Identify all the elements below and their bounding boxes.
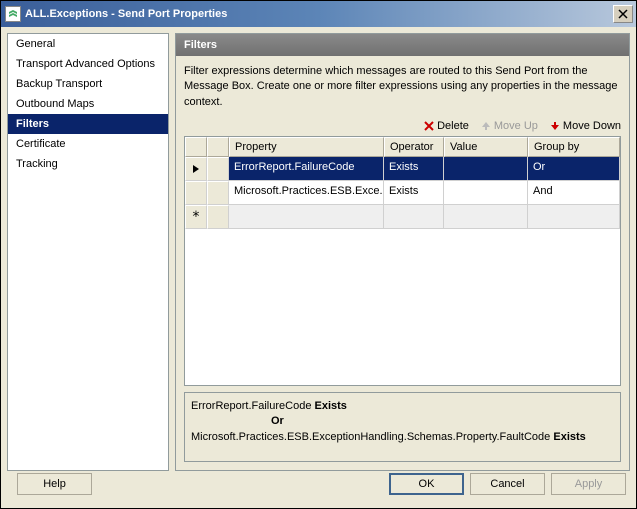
close-button[interactable] — [613, 5, 633, 23]
grid-toolbar: Delete Move Up Move Down — [184, 120, 621, 132]
dialog-buttons: Help OK Cancel Apply — [1, 471, 636, 503]
summary-keyword: Or — [271, 415, 284, 427]
grid-row[interactable]: ErrorReport.FailureCode Exists Or — [185, 157, 620, 181]
summary-keyword: Exists — [553, 431, 585, 443]
sidebar-item-backup-transport[interactable]: Backup Transport — [8, 74, 168, 94]
cancel-button[interactable]: Cancel — [470, 473, 545, 495]
cell-value[interactable] — [444, 205, 528, 229]
summary-text: ErrorReport.FailureCode — [191, 400, 315, 412]
cell-groupby[interactable]: And — [528, 181, 620, 205]
panel-description: Filter expressions determine which messa… — [184, 64, 621, 110]
sidebar-item-transport-advanced[interactable]: Transport Advanced Options — [8, 54, 168, 74]
summary-text: Microsoft.Practices.ESB.ExceptionHandlin… — [191, 431, 553, 443]
moveup-label: Move Up — [494, 120, 538, 132]
cell-property[interactable]: ErrorReport.FailureCode — [229, 157, 384, 181]
col-groupby[interactable]: Group by — [528, 137, 620, 157]
grid-empty-area — [185, 229, 620, 385]
new-row-icon: * — [192, 209, 200, 225]
moveup-action[interactable]: Move Up — [481, 120, 538, 132]
filter-summary: ErrorReport.FailureCode Exists Or Micros… — [184, 392, 621, 462]
sidebar-item-outbound-maps[interactable]: Outbound Maps — [8, 94, 168, 114]
sidebar-item-filters[interactable]: Filters — [8, 114, 168, 134]
summary-keyword: Exists — [315, 400, 347, 412]
filter-grid: Property Operator Value Group by ErrorRe… — [184, 136, 621, 386]
app-icon — [5, 6, 21, 22]
col-property[interactable]: Property — [229, 137, 384, 157]
sidebar-item-general[interactable]: General — [8, 34, 168, 54]
current-row-icon — [192, 164, 200, 174]
cell-groupby[interactable]: Or — [528, 157, 620, 181]
sidebar-item-tracking[interactable]: Tracking — [8, 154, 168, 174]
cell-operator[interactable]: Exists — [384, 181, 444, 205]
sidebar-item-certificate[interactable]: Certificate — [8, 134, 168, 154]
apply-button[interactable]: Apply — [551, 473, 626, 495]
cell-operator[interactable] — [384, 205, 444, 229]
cell-property[interactable] — [229, 205, 384, 229]
grid-row-new[interactable]: * — [185, 205, 620, 229]
window-title: ALL.Exceptions - Send Port Properties — [25, 8, 227, 20]
cell-property[interactable]: Microsoft.Practices.ESB.Exce... — [229, 181, 384, 205]
main-panel: Filters Filter expressions determine whi… — [175, 33, 630, 471]
cell-value[interactable] — [444, 157, 528, 181]
nav-sidebar: General Transport Advanced Options Backu… — [7, 33, 169, 471]
col-marker — [207, 137, 229, 157]
col-value[interactable]: Value — [444, 137, 528, 157]
row-indicator: * — [185, 205, 207, 229]
row-marker — [207, 157, 229, 181]
delete-action[interactable]: Delete — [424, 120, 469, 132]
cell-operator[interactable]: Exists — [384, 157, 444, 181]
row-indicator — [185, 157, 207, 181]
col-rowheader — [185, 137, 207, 157]
movedown-action[interactable]: Move Down — [550, 120, 621, 132]
row-indicator — [185, 181, 207, 205]
cell-groupby[interactable] — [528, 205, 620, 229]
panel-title: Filters — [176, 34, 629, 56]
cell-value[interactable] — [444, 181, 528, 205]
ok-button[interactable]: OK — [389, 473, 464, 495]
delete-label: Delete — [437, 120, 469, 132]
help-button[interactable]: Help — [17, 473, 92, 495]
arrow-down-icon — [550, 121, 560, 131]
titlebar: ALL.Exceptions - Send Port Properties — [1, 1, 636, 27]
movedown-label: Move Down — [563, 120, 621, 132]
grid-row[interactable]: Microsoft.Practices.ESB.Exce... Exists A… — [185, 181, 620, 205]
row-marker — [207, 181, 229, 205]
delete-icon — [424, 121, 434, 131]
arrow-up-icon — [481, 121, 491, 131]
row-marker — [207, 205, 229, 229]
col-operator[interactable]: Operator — [384, 137, 444, 157]
grid-header: Property Operator Value Group by — [185, 137, 620, 157]
